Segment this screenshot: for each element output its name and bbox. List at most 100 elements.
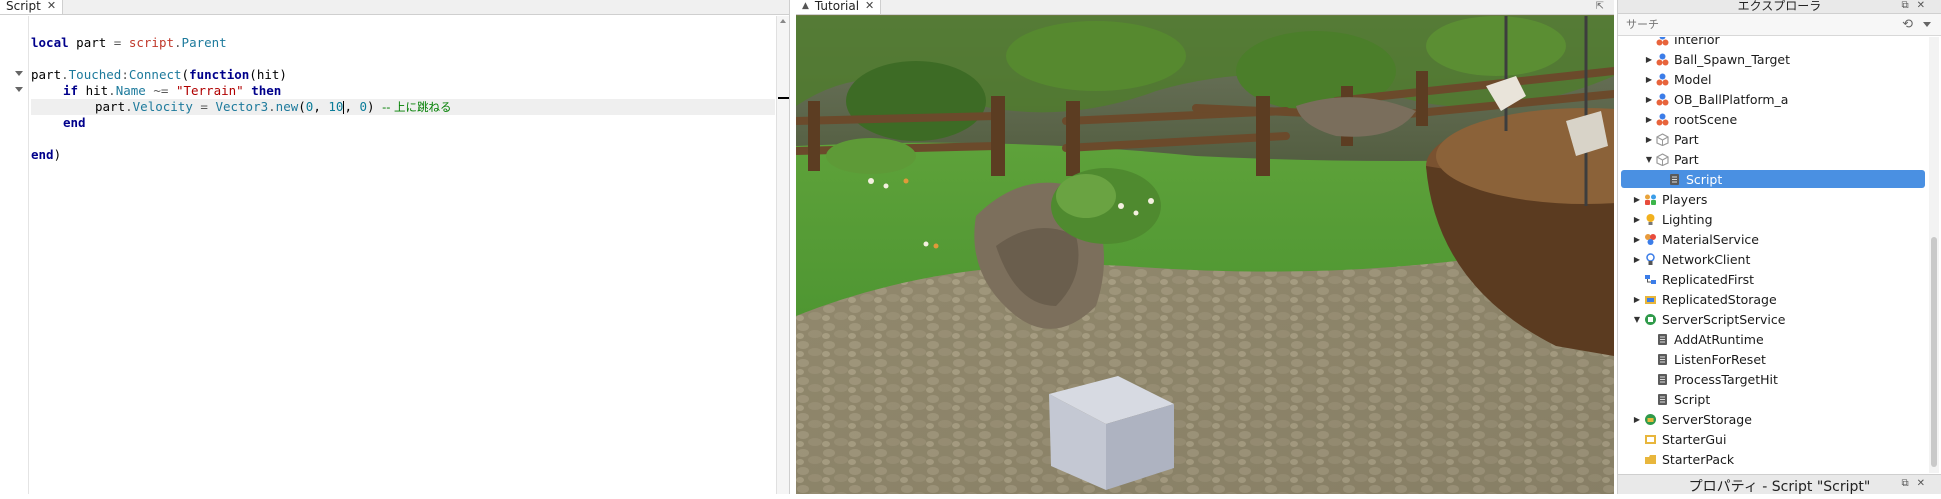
tree-item-label: Interior <box>1674 37 1720 47</box>
tree-item[interactable]: ▶ rootScene <box>1618 109 1927 129</box>
expand-arrow-icon[interactable]: ▶ <box>1644 115 1654 124</box>
tree-item[interactable]: ▶ ReplicatedStorage <box>1618 289 1927 309</box>
expand-arrow-icon[interactable]: ▶ <box>1644 75 1654 84</box>
tree-item[interactable]: ▼ Part <box>1618 149 1927 169</box>
tree-item-label: rootScene <box>1674 111 1738 127</box>
tree-item[interactable]: StarterGui <box>1618 429 1927 449</box>
tree-item[interactable]: Script <box>1618 389 1927 409</box>
tree-item[interactable]: ▶ ServerStorage <box>1618 409 1927 429</box>
tree-item[interactable]: ▶ Part <box>1618 129 1927 149</box>
expand-arrow-icon[interactable]: ▶ <box>1644 135 1654 144</box>
scroll-position-marker <box>778 97 789 99</box>
pop-out-icon[interactable]: ⧉ <box>1901 478 1916 489</box>
explorer-search-input[interactable] <box>1626 18 1826 31</box>
part-icon <box>1656 152 1669 166</box>
tree-item[interactable]: AddAtRuntime <box>1618 329 1927 349</box>
3d-scene-render[interactable] <box>796 16 1614 494</box>
tree-item-label: Script <box>1686 171 1723 187</box>
tree-item-label: ReplicatedFirst <box>1662 271 1755 287</box>
tree-item[interactable]: ProcessTargetHit <box>1618 369 1927 389</box>
tree-item[interactable]: ▶ Ball_Spawn_Target <box>1618 49 1927 69</box>
expand-arrow-icon[interactable]: ▶ <box>1644 55 1654 64</box>
tree-item[interactable]: ▶ MaterialService <box>1618 229 1927 249</box>
script-icon <box>1656 353 1669 366</box>
tree-item-label: Ball_Spawn_Target <box>1674 51 1791 67</box>
tree-item-label: Script <box>1674 391 1711 407</box>
tree-item[interactable]: ▶ NetworkClient <box>1618 249 1927 269</box>
expand-arrow-icon[interactable]: ▶ <box>1632 195 1642 204</box>
explorer-scrollbar-thumb[interactable] <box>1931 237 1937 467</box>
properties-window-controls[interactable]: ⧉✕ <box>1901 479 1933 489</box>
tree-item[interactable]: ▶ Lighting <box>1618 209 1927 229</box>
model-icon <box>1656 113 1669 126</box>
tree-item[interactable]: Interior <box>1618 37 1927 49</box>
tree-item-label: NetworkClient <box>1662 251 1751 267</box>
tree-item[interactable]: ▶ OB_BallPlatform_a <box>1618 89 1927 109</box>
script-icon <box>1656 373 1669 386</box>
properties-title-bar: プロパティ - Script "Script" ⧉✕ <box>1618 474 1941 495</box>
tree-item-label: OB_BallPlatform_a <box>1674 91 1789 107</box>
fold-arrow-icon[interactable] <box>15 87 23 92</box>
pop-out-icon[interactable]: ⧉ <box>1901 0 1916 11</box>
expand-arrow-icon[interactable]: ▶ <box>1632 235 1642 244</box>
close-icon[interactable]: ✕ <box>1917 0 1933 11</box>
code-line-1: local part = script.Parent <box>31 35 227 50</box>
tree-item-label: StarterPack <box>1662 451 1735 467</box>
tree-item[interactable]: StarterPack <box>1618 449 1927 469</box>
tab-tutorial[interactable]: ▲ Tutorial ✕ <box>796 0 882 14</box>
tree-item-label: Model <box>1674 71 1712 87</box>
tree-item-label: ServerStorage <box>1662 411 1752 427</box>
explorer-window-controls[interactable]: ⧉✕ <box>1901 0 1933 12</box>
scroll-up-arrow-icon[interactable] <box>780 19 786 23</box>
tab-tutorial-close-icon[interactable]: ✕ <box>865 0 874 12</box>
selection-highlight <box>1621 170 1925 188</box>
history-icon[interactable]: ⟲ <box>1902 17 1913 32</box>
tree-item-label: Part <box>1674 151 1699 167</box>
tree-item[interactable]: ListenForReset <box>1618 349 1927 369</box>
properties-title: プロパティ - Script "Script" <box>1688 479 1871 495</box>
material-service-icon <box>1644 233 1657 246</box>
replicated-first-icon <box>1644 273 1657 286</box>
explorer-search-bar: ⟲ <box>1618 14 1941 36</box>
viewport-corner-icon[interactable]: ⇱ <box>1596 1 1604 12</box>
viewport-tab-bar: ▲ Tutorial ✕ ⇱ <box>796 0 1614 15</box>
explorer-scrollbar[interactable] <box>1929 37 1939 473</box>
editor-scrollbar[interactable] <box>776 16 789 494</box>
expand-arrow-icon[interactable]: ▶ <box>1632 215 1642 224</box>
tab-script[interactable]: Script ✕ <box>0 0 64 14</box>
viewport-pane[interactable]: ▲ Tutorial ✕ ⇱ <box>796 0 1614 494</box>
tree-item[interactable]: ▶ Players <box>1618 189 1927 209</box>
tab-script-close-icon[interactable]: ✕ <box>47 0 56 12</box>
code-area[interactable]: local part = script.Parent part.Touched:… <box>31 16 775 494</box>
collapse-arrow-icon[interactable]: ▼ <box>1644 155 1654 164</box>
fold-arrow-icon[interactable] <box>15 71 23 76</box>
place-icon: ▲ <box>802 0 809 11</box>
network-client-icon <box>1644 252 1657 266</box>
tree-item-label: ProcessTargetHit <box>1674 371 1778 387</box>
lighting-icon <box>1644 213 1657 226</box>
model-icon <box>1656 37 1669 46</box>
players-icon <box>1644 193 1657 206</box>
expand-arrow-icon[interactable]: ▶ <box>1644 95 1654 104</box>
tree-item[interactable]: ▼ ServerScriptService <box>1618 309 1927 329</box>
code-line-4: if hit.Name ~= "Terrain" then <box>63 83 282 98</box>
expand-arrow-icon[interactable]: ▶ <box>1632 415 1642 424</box>
tree-item-label: ListenForReset <box>1674 351 1766 367</box>
part-icon <box>1656 132 1669 146</box>
collapse-arrow-icon[interactable]: ▼ <box>1632 315 1642 324</box>
explorer-title: エクスプローラ <box>1737 0 1822 13</box>
server-storage-icon <box>1644 413 1657 426</box>
tree-item-selected[interactable]: Script <box>1618 169 1927 189</box>
close-icon[interactable]: ✕ <box>1917 478 1933 489</box>
expand-arrow-icon[interactable]: ▶ <box>1632 295 1642 304</box>
tree-item[interactable]: ▶ Model <box>1618 69 1927 89</box>
tree-item[interactable]: ReplicatedFirst <box>1618 269 1927 289</box>
tab-tutorial-label: Tutorial <box>814 0 860 13</box>
tree-item-label: ReplicatedStorage <box>1662 291 1777 307</box>
explorer-tree: Interior ▶ Ball_Spawn_Target ▶ Model ▶ OB_B… <box>1618 37 1927 473</box>
tree-item-label: AddAtRuntime <box>1674 331 1764 347</box>
starter-pack-icon <box>1644 453 1657 466</box>
expand-arrow-icon[interactable]: ▶ <box>1632 255 1642 264</box>
dropdown-chevron-icon[interactable] <box>1923 22 1931 27</box>
starter-gui-icon <box>1644 433 1657 446</box>
